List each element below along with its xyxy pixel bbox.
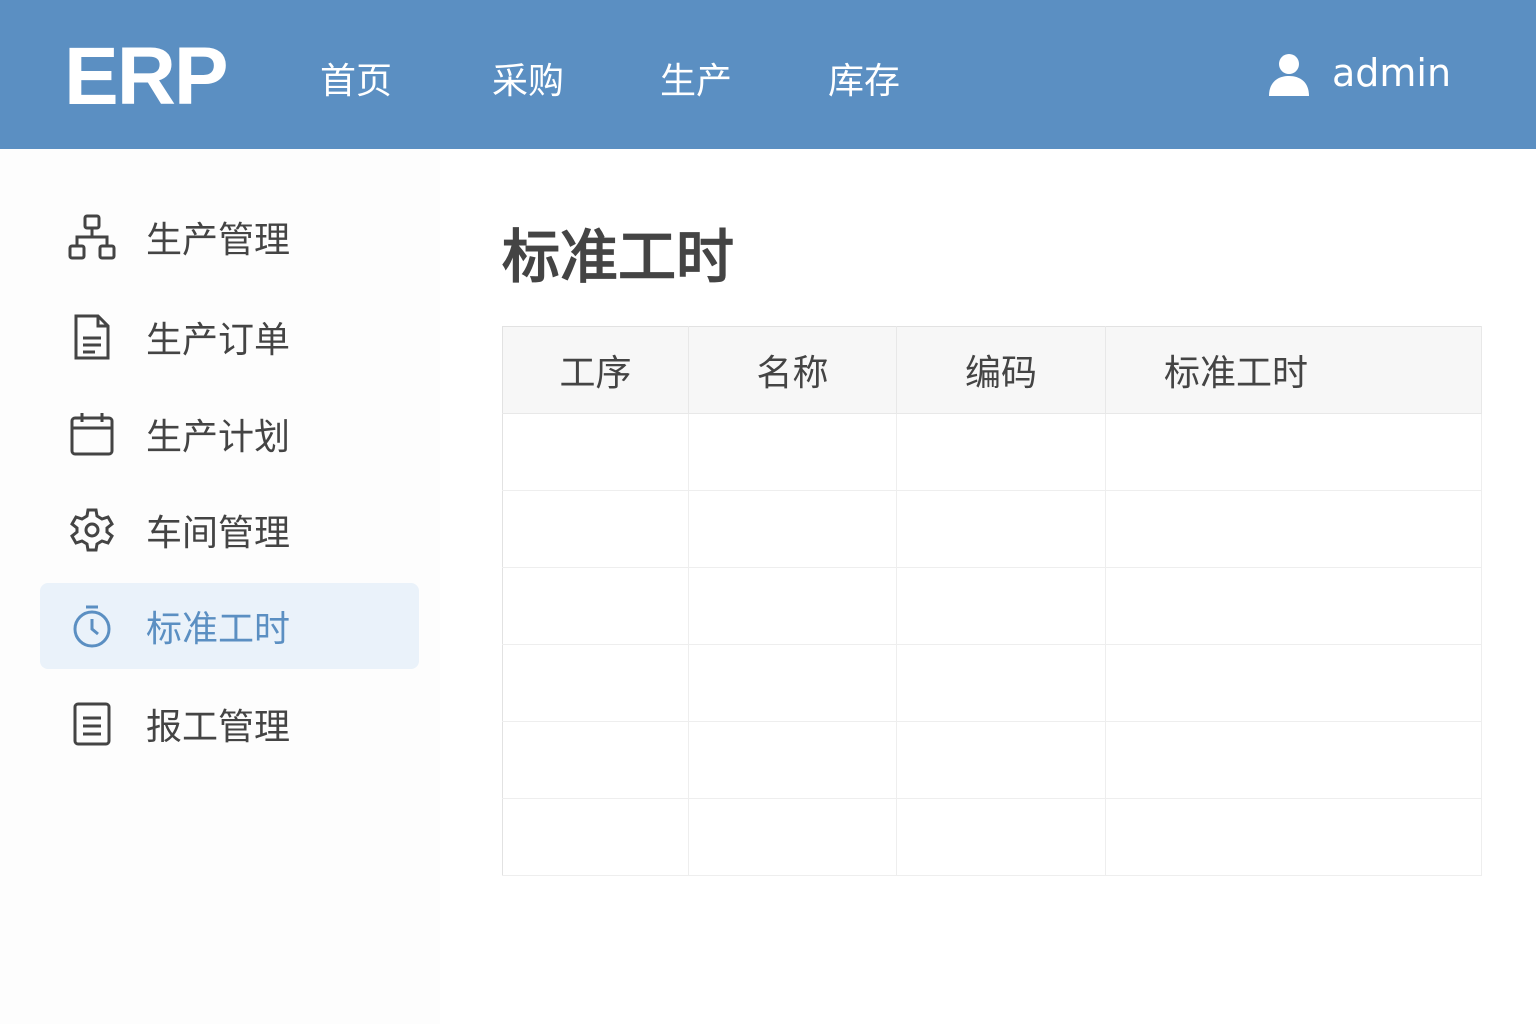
page-title: 标准工时 — [502, 223, 735, 291]
nav-home[interactable]: 首页 — [320, 52, 392, 104]
sitemap-icon — [68, 214, 116, 260]
sidebar-item-production-orders[interactable]: 生产订单 — [40, 294, 419, 380]
sidebar-item-standard-hours[interactable]: 标准工时 — [40, 583, 419, 669]
gear-icon — [70, 508, 114, 552]
table-row — [502, 798, 1482, 876]
table-row — [502, 567, 1482, 645]
table-row — [502, 721, 1482, 799]
table-row — [502, 413, 1482, 491]
table-row — [502, 644, 1482, 722]
user-menu[interactable]: admin — [1266, 50, 1451, 96]
column-header[interactable]: 名称 — [688, 326, 897, 414]
sidebar-item-production-management[interactable]: 生产管理 — [40, 194, 419, 280]
calendar-icon — [70, 413, 114, 456]
sidebar-item-work-report[interactable]: 报工管理 — [40, 681, 419, 767]
document-icon — [74, 314, 110, 360]
form-icon — [73, 702, 111, 746]
nav-inventory[interactable]: 库存 — [828, 52, 900, 104]
column-header[interactable]: 工序 — [502, 326, 689, 414]
sidebar-item-production-plan[interactable]: 生产计划 — [40, 391, 419, 477]
table-row — [502, 490, 1482, 568]
table-header: 工序 名称 编码 标准工时 — [502, 326, 1482, 414]
nav-production[interactable]: 生产 — [660, 52, 732, 104]
column-header[interactable]: 标准工时 — [1105, 326, 1482, 414]
column-header[interactable]: 编码 — [896, 326, 1106, 414]
user-icon — [1269, 54, 1309, 96]
stopwatch-icon — [73, 605, 111, 648]
sidebar-item-workshop[interactable]: 车间管理 — [40, 487, 419, 573]
username: admin — [1332, 51, 1452, 95]
sidebar: 生产管理 生产订单 生产计划 车间管理 标准工时 报工管理 — [0, 149, 440, 1024]
top-bar: ERP 首页 采购 生产 库存 admin — [0, 0, 1536, 149]
nav-purchase[interactable]: 采购 — [492, 52, 564, 104]
logo: ERP — [64, 31, 229, 122]
standard-hours-table: 工序 名称 编码 标准工时 — [502, 326, 1482, 876]
